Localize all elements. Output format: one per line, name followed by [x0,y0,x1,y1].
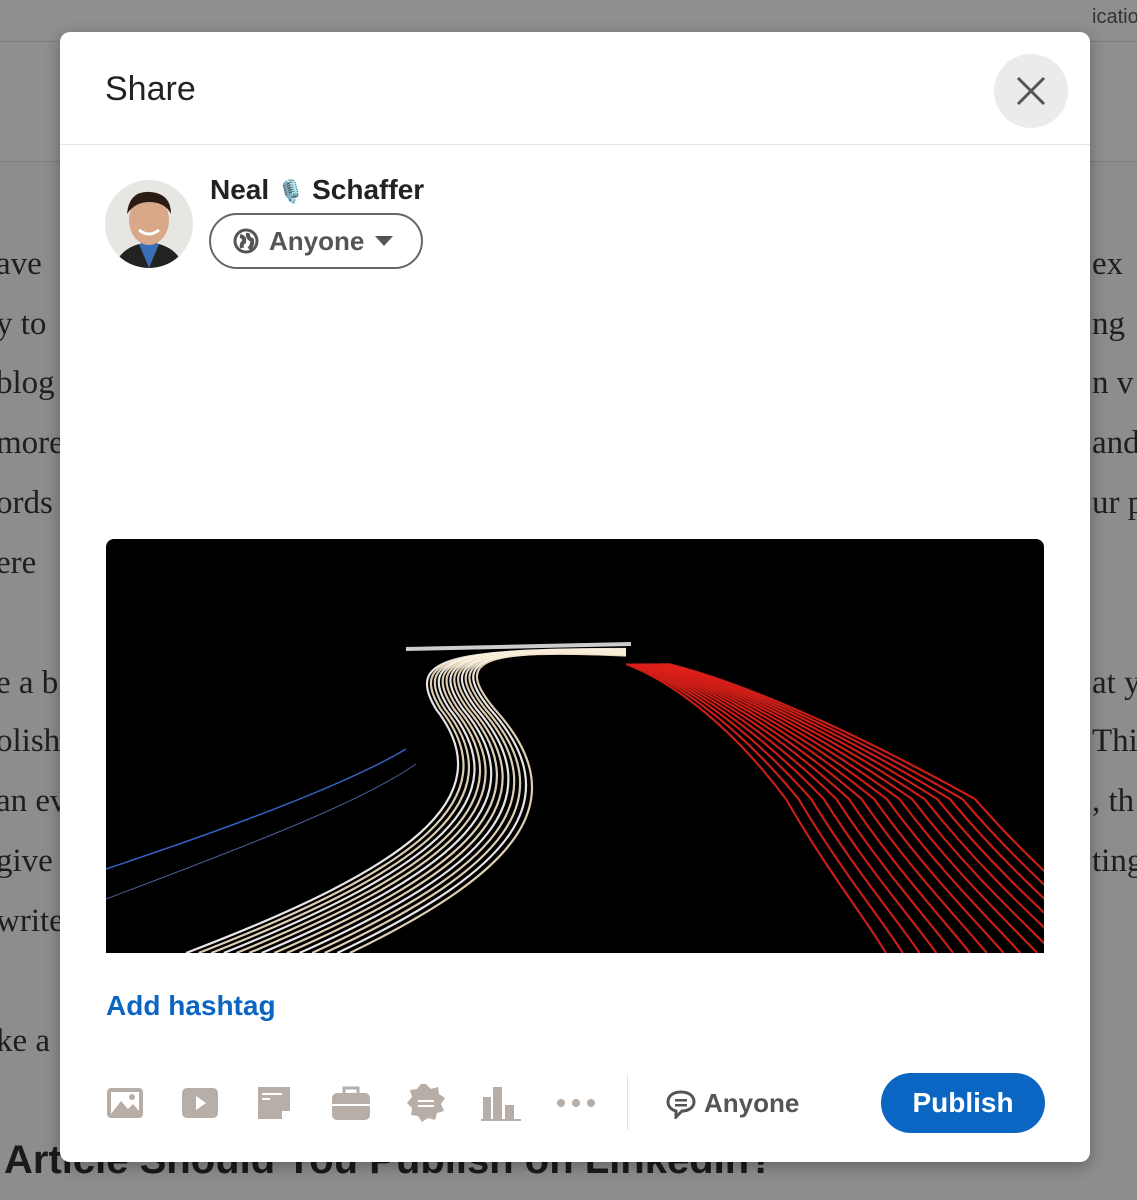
light-trail [185,647,627,953]
background-text: ex [1092,246,1124,282]
share-dialog: Share Neal 🎙️ Schaffer Anyone Add hashta… [60,32,1090,1162]
background-text: n v [1092,365,1134,401]
add-job-button[interactable] [331,1082,406,1124]
light-trail [106,763,417,900]
globe-icon [233,228,259,254]
background-text: ere [0,545,37,581]
job-icon [332,1086,370,1120]
audience-label: Anyone [269,225,365,256]
more-options-button[interactable] [556,1082,631,1124]
close-icon [1016,76,1046,106]
background-text: y to [0,306,47,342]
add-video-button[interactable] [181,1082,256,1124]
dialog-title: Share [105,70,196,108]
light-trail [656,662,1044,929]
celebrate-button[interactable] [406,1082,481,1124]
background-text: e a b [0,665,59,701]
light-trail [210,648,627,953]
comment-visibility-button[interactable]: Anyone [666,1088,799,1119]
background-text: more [0,425,64,461]
shared-image [106,539,1044,953]
more-icon [557,1099,595,1107]
background-text: and [1092,425,1137,461]
photo-icon [107,1088,143,1118]
background-text: ur p [1092,485,1137,521]
background-text: olish [0,723,61,759]
light-trail [106,748,407,870]
publish-button[interactable]: Publish [881,1073,1045,1133]
add-photo-button[interactable] [106,1082,181,1124]
close-button[interactable] [994,54,1068,128]
video-icon [182,1088,218,1118]
background-text: give [0,843,53,879]
comment-visibility-label: Anyone [704,1088,800,1118]
background-text: Thi [1092,723,1137,759]
poll-icon [481,1087,521,1121]
dialog-header: Share [60,32,1090,145]
avatar [105,180,193,268]
background-text: at y [1092,665,1137,701]
background-text: , th [1092,783,1135,819]
caret-down-icon [375,236,394,246]
background-text: ng [1092,306,1125,342]
background-text: an ev [0,783,67,819]
nav-notifications-label: icatio [1092,6,1137,28]
add-hashtag-link[interactable]: Add hashtag [106,990,276,1022]
user-name: Neal 🎙️ Schaffer [210,174,425,205]
background-text: write [0,903,64,939]
background-text: ave [0,246,42,282]
microphone-icon: 🎙️ [276,179,305,204]
post-toolbar [106,1082,631,1124]
background-text: blog [0,365,55,401]
background-text: ting [1092,843,1137,879]
comment-icon [666,1089,696,1119]
celebrate-icon [407,1084,445,1122]
audience-dropdown[interactable]: Anyone [209,213,423,269]
document-icon [258,1087,290,1119]
light-trail [631,662,921,953]
toolbar-divider [627,1075,628,1130]
background-text: ke a [0,1023,51,1059]
add-document-button[interactable] [256,1082,331,1124]
create-poll-button[interactable] [481,1082,556,1124]
light-trail [662,662,1044,900]
background-text: ords [0,485,53,521]
